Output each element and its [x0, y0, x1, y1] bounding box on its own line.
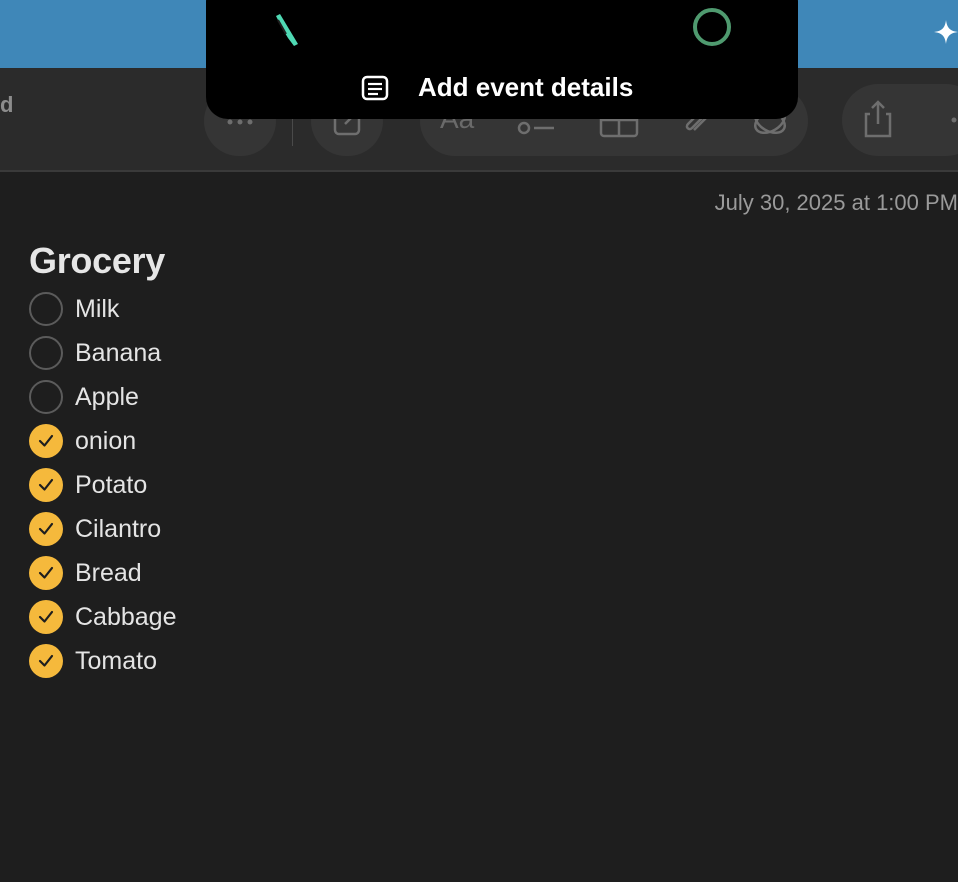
checkmark-icon	[38, 478, 54, 491]
checklist-item-label[interactable]: Banana	[75, 339, 161, 368]
checklist-item: Cabbage	[29, 595, 176, 639]
window-title-fragment: d	[0, 92, 14, 117]
checkmark-icon	[38, 610, 54, 623]
note-title[interactable]: Grocery	[29, 240, 165, 282]
checklist-item: Banana	[29, 331, 176, 375]
checkbox-checked[interactable]	[29, 512, 63, 546]
checklist-item: Cilantro	[29, 507, 176, 551]
note-timestamp: July 30, 2025 at 1:00 PM	[714, 190, 958, 215]
checklist-item-label[interactable]: Cabbage	[75, 603, 176, 632]
checklist-item: onion	[29, 419, 176, 463]
notification-title: Add event details	[418, 72, 634, 102]
checkbox-checked[interactable]	[29, 556, 63, 590]
share-icon	[864, 100, 892, 138]
document-icon	[361, 75, 389, 101]
checkbox[interactable]	[29, 292, 63, 326]
checkbox-checked[interactable]	[29, 424, 63, 458]
grocery-checklist: Milk Banana Apple onion Potato Cilantro …	[29, 287, 176, 683]
checkmark-icon	[38, 566, 54, 579]
sparkle-icon[interactable]	[932, 18, 958, 46]
checkbox-checked[interactable]	[29, 644, 63, 678]
checklist-item-label[interactable]: Bread	[75, 559, 142, 588]
checklist-item-label[interactable]: onion	[75, 427, 136, 456]
checklist-item: Apple	[29, 375, 176, 419]
checkbox[interactable]	[29, 336, 63, 370]
leaf-icon	[276, 14, 298, 46]
checklist-item: Potato	[29, 463, 176, 507]
ring-icon	[693, 8, 731, 46]
checklist-item-label[interactable]: Milk	[75, 295, 119, 324]
checkbox-checked[interactable]	[29, 600, 63, 634]
share-button[interactable]	[842, 84, 958, 156]
more-right-icon[interactable]	[948, 115, 958, 125]
checklist-item: Tomato	[29, 639, 176, 683]
checklist-item: Bread	[29, 551, 176, 595]
checkbox-checked[interactable]	[29, 468, 63, 502]
checkmark-icon	[38, 522, 54, 535]
checkmark-icon	[38, 654, 54, 667]
checklist-item: Milk	[29, 287, 176, 331]
checklist-item-label[interactable]: Cilantro	[75, 515, 161, 544]
checklist-item-label[interactable]: Potato	[75, 471, 147, 500]
checkbox[interactable]	[29, 380, 63, 414]
checklist-item-label[interactable]: Apple	[75, 383, 139, 412]
toolbar-divider	[0, 170, 958, 172]
checklist-item-label[interactable]: Tomato	[75, 647, 157, 676]
notes-window: d Aa	[0, 0, 958, 882]
checkmark-icon	[38, 434, 54, 447]
